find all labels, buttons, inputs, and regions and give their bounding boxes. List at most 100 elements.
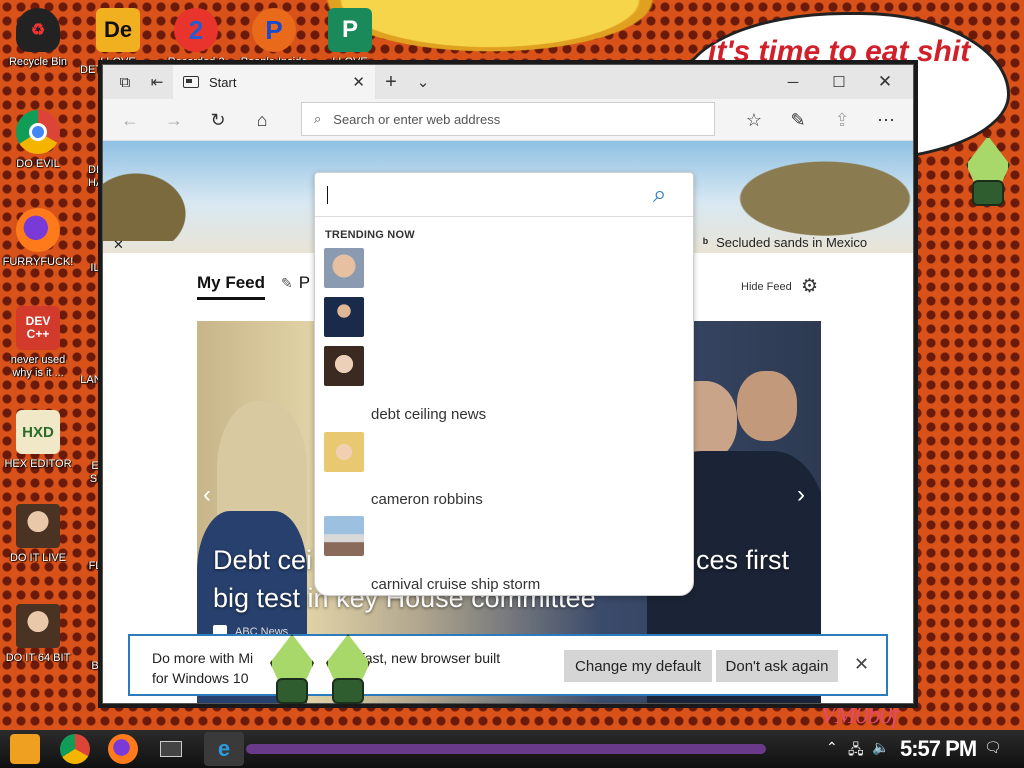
app-icon: P	[252, 8, 296, 52]
search-input[interactable]: ⌕	[315, 173, 693, 217]
suggestion-thumbnail	[324, 516, 364, 556]
minimize-icon[interactable]: ─	[775, 65, 811, 99]
change-default-button[interactable]: Change my default	[564, 650, 712, 682]
desktop-icon-firefox[interactable]: FURRYFUCK!	[0, 208, 76, 269]
chevron-down-icon[interactable]: ⌄	[405, 65, 441, 99]
forward-icon[interactable]: →	[157, 104, 191, 136]
recycle-bin-icon: ♻	[16, 8, 60, 52]
cartoon-character	[262, 634, 322, 704]
start-icon[interactable]	[10, 734, 40, 764]
desktop-icon-do-it-live[interactable]: DO IT LIVE	[0, 504, 76, 565]
desktop-icon-do-it-64-bit[interactable]: DO IT 64 BIT	[0, 604, 76, 665]
pencil-icon[interactable]: ✎	[281, 275, 293, 292]
close-window-icon[interactable]: ✕	[867, 65, 903, 99]
more-icon[interactable]: ⋯	[869, 104, 903, 136]
tab-start[interactable]: Start ✕	[173, 65, 375, 99]
navigation-bar: ← → ↻ ⌂ ⌕ Search or enter web address ☆ …	[103, 99, 913, 141]
chrome-icon	[16, 110, 60, 154]
hide-feed-link[interactable]: Hide Feed	[741, 281, 792, 293]
desktop-icon-label: DO IT 64 BIT	[5, 652, 71, 664]
desktop-icon-top-3[interactable]: P People Inside	[236, 8, 312, 69]
tab-title: Start	[209, 74, 237, 90]
favorites-icon[interactable]: ☆	[737, 104, 771, 136]
chevron-up-icon[interactable]: ⌃	[826, 739, 838, 756]
network-icon[interactable]: 🖧	[848, 739, 864, 763]
address-placeholder: Search or enter web address	[333, 111, 501, 127]
suggestion-thumbnail	[324, 248, 364, 288]
partial-label: DE HA	[88, 164, 102, 189]
portrait-icon	[16, 504, 60, 548]
firefox-icon	[16, 208, 60, 252]
chevron-left-icon[interactable]: ‹	[203, 481, 211, 509]
firefox-icon[interactable]	[108, 734, 138, 764]
tab-page-icon	[183, 76, 199, 88]
desktop-icon-recycle-bin[interactable]: ♻ Recycle Bin	[0, 8, 76, 69]
suggestion-item[interactable]	[315, 513, 693, 559]
home-icon[interactable]: ⌂	[245, 104, 279, 136]
desktop-icon-label: never used why is it ...	[10, 354, 66, 379]
app-icon: De	[96, 8, 140, 52]
search-icon[interactable]: ⌕	[653, 181, 666, 209]
back-icon[interactable]: ←	[113, 104, 147, 136]
action-center-icon[interactable]: 🗨	[984, 739, 1002, 756]
partial-label: B	[91, 660, 99, 672]
tab-second[interactable]: P	[299, 273, 310, 293]
desktop-icon-chrome[interactable]: DO EVIL	[0, 110, 76, 171]
hero-caption[interactable]: ᵇ Secluded sands in Mexico	[703, 235, 867, 250]
chrome-icon[interactable]	[60, 734, 90, 764]
share-icon[interactable]: ⇪	[825, 104, 859, 136]
chevron-right-icon[interactable]: ›	[797, 481, 805, 509]
bing-icon: ᵇ	[703, 235, 709, 250]
desktop-icon-label: Recycle Bin	[8, 56, 68, 68]
edge-icon[interactable]: e	[204, 732, 244, 766]
desktop-icon-dev-cpp[interactable]: DEV C++ never used why is it ...	[0, 306, 76, 380]
partial-label: DET	[80, 64, 102, 76]
partial-label: IL	[90, 262, 100, 274]
partial-label: FL	[88, 560, 102, 572]
suggestion-item[interactable]	[315, 294, 693, 340]
notes-icon[interactable]: ✎	[781, 104, 815, 136]
refresh-icon[interactable]: ↻	[201, 104, 235, 136]
close-icon[interactable]: ✕	[854, 654, 869, 675]
address-bar[interactable]: ⌕ Search or enter web address	[301, 102, 715, 136]
app-icon: P	[328, 8, 372, 52]
terminal-icon[interactable]	[156, 734, 186, 764]
gear-icon[interactable]: ⚙	[801, 275, 818, 298]
taskbar-clock[interactable]: 5:57 PM	[900, 736, 977, 762]
taskbar-decoration	[246, 744, 766, 754]
maximize-icon[interactable]: ☐	[821, 65, 857, 99]
cartoon-character	[318, 634, 378, 704]
suggestion-text: cameron robbins	[371, 491, 483, 508]
new-tab-icon[interactable]: +	[373, 65, 409, 99]
volume-icon[interactable]: 🔈	[872, 739, 889, 756]
trending-now-label: TRENDING NOW	[325, 229, 415, 241]
search-icon: ⌕	[314, 111, 322, 126]
desktop-icon-label: DO EVIL	[16, 158, 60, 170]
suggestion-thumbnail	[324, 432, 364, 472]
partial-label: E SI	[89, 460, 101, 485]
default-browser-banner: Do more with Mi e fast, new browser built…	[128, 634, 888, 696]
watermark-text: VM0b0f	[820, 700, 899, 729]
hxd-icon: HXD	[16, 410, 60, 454]
tab-set-aside-icon[interactable]: ⧉	[107, 65, 143, 99]
desktop-icon-top-4[interactable]: P I LOVE	[312, 8, 388, 69]
suggestion-item[interactable]	[315, 429, 693, 475]
hero-caption-text: Secluded sands in Mexico	[716, 235, 868, 250]
tab-close-icon[interactable]: ✕	[352, 73, 365, 91]
desktop-icon-label: DO IT LIVE	[9, 552, 67, 564]
title-bar: ⧉ ⇤ Start ✕ + ⌄ ─ ☐ ✕	[103, 65, 913, 99]
suggestion-item[interactable]: carnival cruise ship storm	[315, 562, 693, 595]
desktop-icon-top-2[interactable]: 2 Recorded 2	[158, 8, 234, 69]
desktop-icon-hex-editor[interactable]: HXD HEX EDITOR	[0, 410, 76, 471]
tab-my-feed[interactable]: My Feed	[197, 273, 266, 300]
dont-ask-again-button[interactable]: Don't ask again	[716, 650, 838, 682]
close-icon[interactable]: ✕	[113, 237, 124, 253]
suggestion-item[interactable]	[315, 343, 693, 389]
suggestion-text: debt ceiling news	[371, 406, 487, 423]
dev-cpp-icon: DEV C++	[16, 306, 60, 350]
suggestion-item[interactable]	[315, 245, 693, 291]
text-caret	[327, 186, 328, 204]
suggestion-thumbnail	[324, 346, 364, 386]
desktop-icon-label: FURRYFUCK!	[2, 256, 74, 268]
tab-preview-icon[interactable]: ⇤	[139, 65, 175, 99]
